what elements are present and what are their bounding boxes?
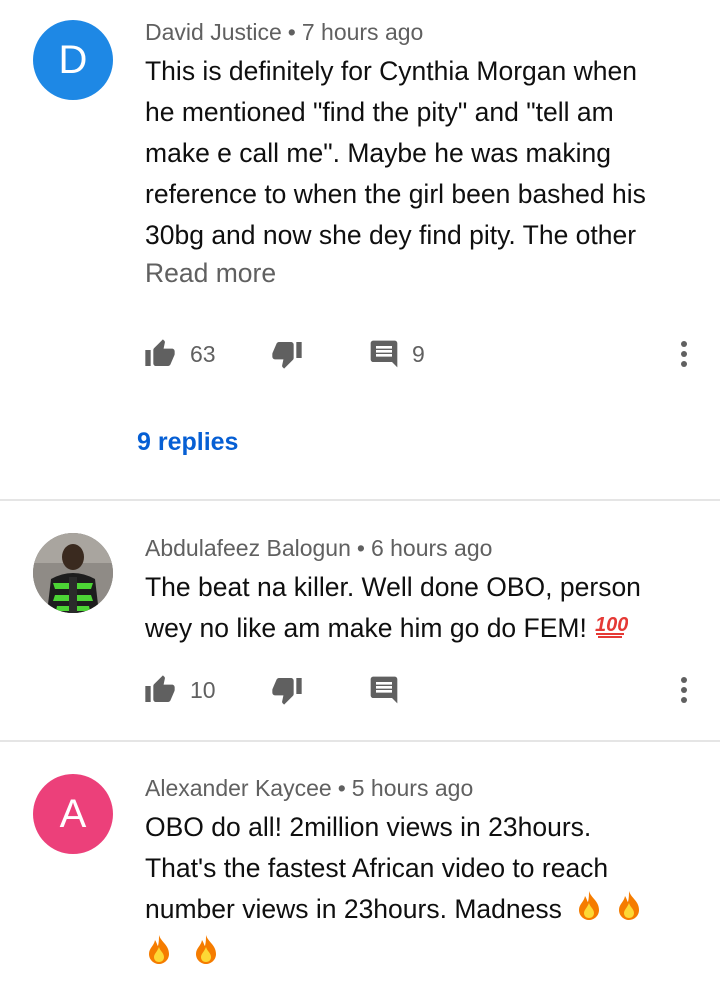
comment-text: This is definitely for Cynthia Morgan wh… <box>145 51 690 256</box>
comment-line-with-emoji: number views in 23hours. Madness <box>145 889 690 933</box>
comment-line: he mentioned "find the pity" and "tell a… <box>145 97 614 127</box>
comment-line-with-emoji: wey no like am make him go do FEM! 100 <box>145 608 690 651</box>
fire-emoji <box>192 933 220 977</box>
like-count: 63 <box>190 340 216 367</box>
dislike-button[interactable] <box>271 334 303 374</box>
avatar[interactable]: A <box>33 774 113 854</box>
like-button[interactable]: 10 <box>144 670 216 710</box>
comment-actions: 63 9 <box>0 334 720 374</box>
comment-meta: David Justice • 7 hours ago <box>145 19 423 46</box>
comment-line: reference to when the girl been bashed h… <box>145 179 646 209</box>
comment-line-emoji-only <box>145 933 690 977</box>
avatar-photo <box>33 533 113 613</box>
avatar-letter: A <box>59 791 87 836</box>
comment-text: The beat na killer. Well done OBO, perso… <box>145 567 690 651</box>
comment-abdulafeez-balogun: Abdulafeez Balogun • 6 hours ago The beat … <box>0 501 720 741</box>
more-options-button[interactable] <box>674 674 694 706</box>
fire-emoji <box>145 933 173 977</box>
comment-line: The beat na killer. Well done OBO, perso… <box>145 572 641 602</box>
comment-line: That's the fastest African video to reac… <box>145 853 609 883</box>
comment-line: number views in 23hours. Madness <box>145 894 562 924</box>
avatar[interactable]: D <box>33 20 113 100</box>
like-count: 10 <box>190 676 216 703</box>
fire-emoji <box>615 889 643 933</box>
hundred-points-emoji: 100 <box>594 610 629 651</box>
more-vert-icon <box>674 341 694 374</box>
more-vert-icon <box>674 677 694 710</box>
svg-text:100: 100 <box>595 614 628 636</box>
author-name[interactable]: David Justice <box>145 19 282 45</box>
separator-dot: • <box>356 535 365 561</box>
thumb-up-icon <box>144 674 176 706</box>
comment-text: OBO do all! 2million views in 23hours. T… <box>145 807 690 977</box>
author-name[interactable]: Alexander Kaycee <box>145 775 332 801</box>
reply-button[interactable]: 9 <box>368 334 425 374</box>
separator-dot: • <box>337 775 346 801</box>
comment-line: OBO do all! 2million views in 23hours. <box>145 812 592 842</box>
comment-icon <box>368 338 400 370</box>
comment-actions: 10 <box>0 670 720 710</box>
comment-meta: Abdulafeez Balogun • 6 hours ago <box>145 535 492 562</box>
comment-alexander-kaycee: A Alexander Kaycee • 5 hours ago OBO do al… <box>0 742 720 1002</box>
timestamp[interactable]: 5 hours ago <box>352 775 473 801</box>
reply-button[interactable] <box>368 670 400 710</box>
view-replies-link[interactable]: 9 replies <box>137 428 238 457</box>
fire-emoji <box>575 889 603 933</box>
like-button[interactable]: 63 <box>144 334 216 374</box>
thumb-down-icon <box>271 674 303 706</box>
reply-count: 9 <box>412 340 425 367</box>
read-more-link[interactable]: Read more <box>145 258 276 289</box>
comment-line: 30bg and now she dey find pity. The othe… <box>145 220 637 250</box>
avatar[interactable] <box>33 533 113 613</box>
avatar-letter: D <box>58 37 88 82</box>
more-options-button[interactable] <box>674 338 694 370</box>
separator-dot: • <box>287 19 296 45</box>
comment-icon <box>368 674 400 706</box>
comment-line: make e call me". Maybe he was making <box>145 138 611 168</box>
comment-david-justice: D David Justice • 7 hours ago This is defi… <box>0 0 720 500</box>
comment-line: wey no like am make him go do FEM! <box>145 613 587 643</box>
timestamp[interactable]: 7 hours ago <box>302 19 423 45</box>
author-name[interactable]: Abdulafeez Balogun <box>145 535 351 561</box>
comment-line: This is definitely for Cynthia Morgan wh… <box>145 56 637 86</box>
thumb-down-icon <box>271 338 303 370</box>
comment-meta: Alexander Kaycee • 5 hours ago <box>145 775 473 802</box>
dislike-button[interactable] <box>271 670 303 710</box>
timestamp[interactable]: 6 hours ago <box>371 535 492 561</box>
thumb-up-icon <box>144 338 176 370</box>
